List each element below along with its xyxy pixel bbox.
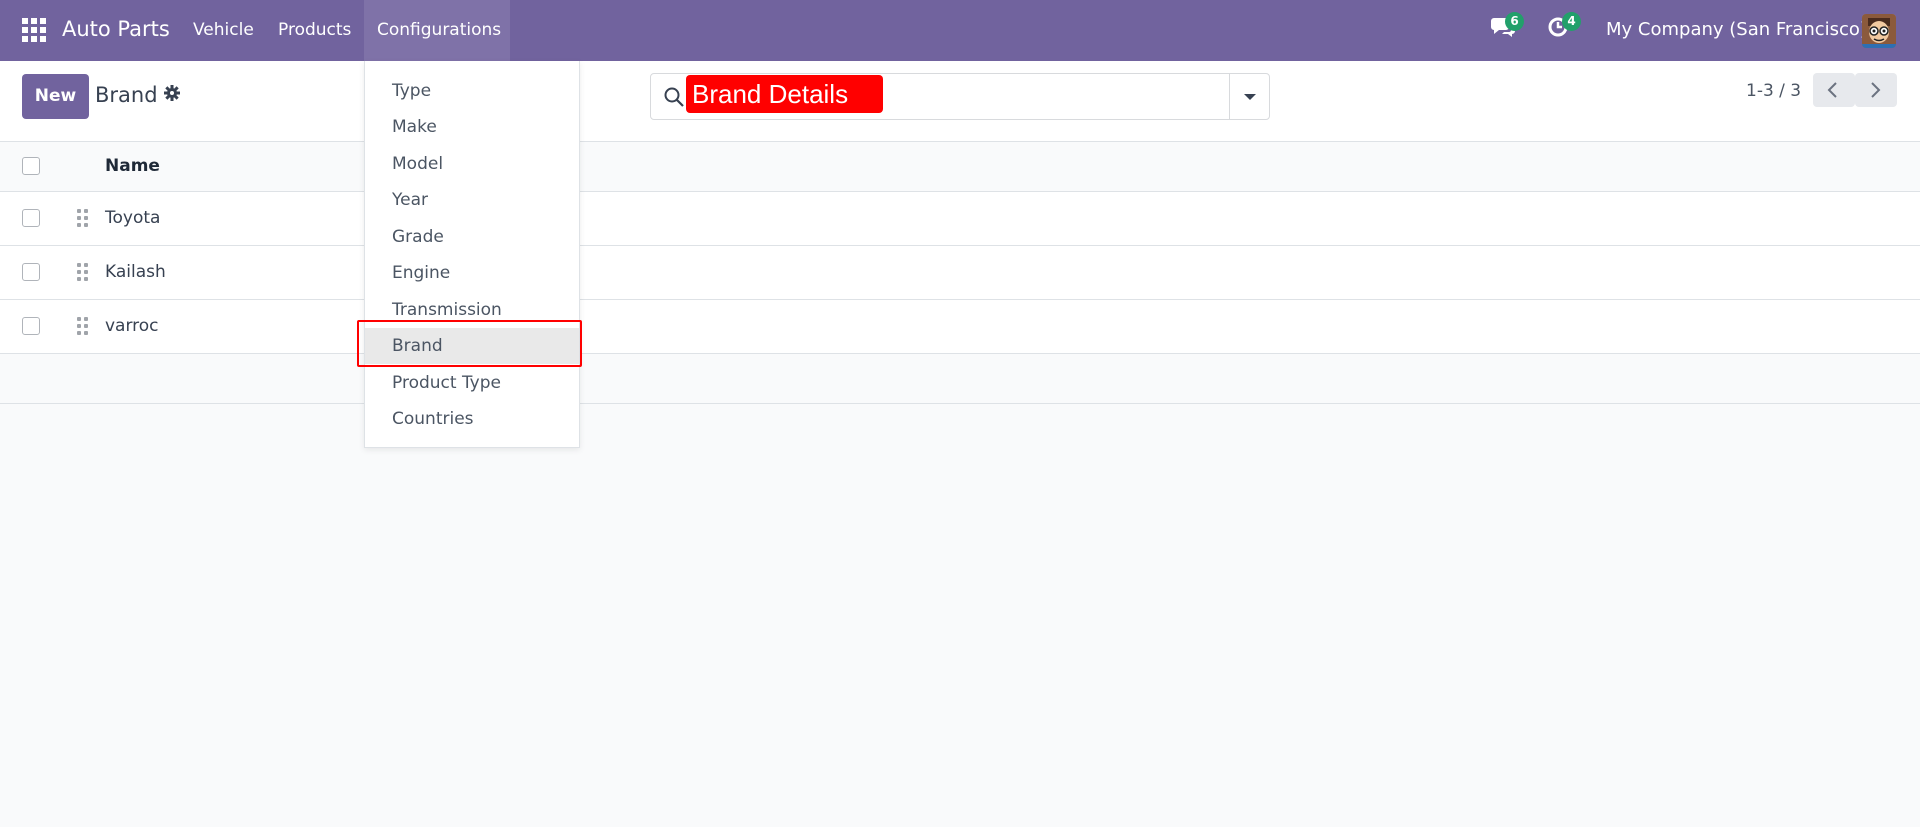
search-options-toggle[interactable] (1229, 74, 1269, 119)
row-name: varroc (105, 316, 159, 336)
menu-item-product-type[interactable]: Product Type (365, 365, 579, 401)
pager-previous-button[interactable] (1813, 73, 1855, 107)
table-row[interactable]: Kailash (0, 246, 1920, 300)
table-row[interactable]: varroc (0, 300, 1920, 354)
menu-item-grade[interactable]: Grade (365, 219, 579, 255)
row-name: Kailash (105, 262, 166, 282)
messages-button[interactable]: 6 (1490, 12, 1524, 44)
page-title: Brand (95, 83, 158, 107)
list-footer (0, 354, 1920, 404)
annotation-label: Brand Details (686, 75, 883, 113)
menu-item-brand[interactable]: Brand (365, 328, 579, 364)
app-title[interactable]: Auto Parts (62, 17, 170, 41)
search-icon (664, 87, 684, 107)
row-checkbox[interactable] (22, 209, 40, 227)
pager-value[interactable]: 1-3 / 3 (1746, 81, 1801, 101)
menu-item-model[interactable]: Model (365, 146, 579, 182)
activities-count-badge: 4 (1562, 12, 1581, 31)
menu-configurations[interactable]: Configurations (364, 0, 510, 61)
chevron-right-icon (1871, 82, 1881, 98)
menu-vehicle[interactable]: Vehicle (180, 0, 267, 61)
messages-count-badge: 6 (1505, 12, 1524, 31)
table-row[interactable]: Toyota (0, 192, 1920, 246)
app-grid-icon[interactable] (22, 18, 47, 43)
menu-item-countries[interactable]: Countries (365, 401, 579, 437)
select-all-checkbox[interactable] (22, 157, 40, 175)
drag-handle-icon[interactable] (77, 263, 89, 281)
drag-handle-icon[interactable] (77, 317, 89, 335)
menu-item-transmission[interactable]: Transmission (365, 292, 579, 328)
row-name: Toyota (105, 208, 161, 228)
new-button[interactable]: New (22, 74, 89, 119)
company-switcher[interactable]: My Company (San Francisco) (1606, 19, 1867, 40)
activities-button[interactable]: 4 (1547, 12, 1581, 44)
row-checkbox[interactable] (22, 263, 40, 281)
row-checkbox[interactable] (22, 317, 40, 335)
menu-item-year[interactable]: Year (365, 182, 579, 218)
column-header-name[interactable]: Name (105, 156, 160, 176)
menu-item-engine[interactable]: Engine (365, 255, 579, 291)
top-navbar: Auto Parts Vehicle Products Configuratio… (0, 0, 1920, 61)
brand-list: Name Toyota Kailash varroc (0, 142, 1920, 404)
gear-icon[interactable] (164, 85, 180, 106)
configurations-dropdown: Type Make Model Year Grade Engine Transm… (364, 61, 580, 448)
menu-item-type[interactable]: Type (365, 73, 579, 109)
menu-item-make[interactable]: Make (365, 109, 579, 145)
pager-next-button[interactable] (1855, 73, 1897, 107)
avatar-icon (1862, 14, 1896, 48)
control-panel: New Brand 1-3 / 3 (0, 61, 1920, 142)
menu-products[interactable]: Products (265, 0, 364, 61)
drag-handle-icon[interactable] (77, 209, 89, 227)
user-avatar[interactable] (1862, 14, 1896, 48)
list-header: Name (0, 142, 1920, 192)
chevron-left-icon (1827, 82, 1837, 98)
